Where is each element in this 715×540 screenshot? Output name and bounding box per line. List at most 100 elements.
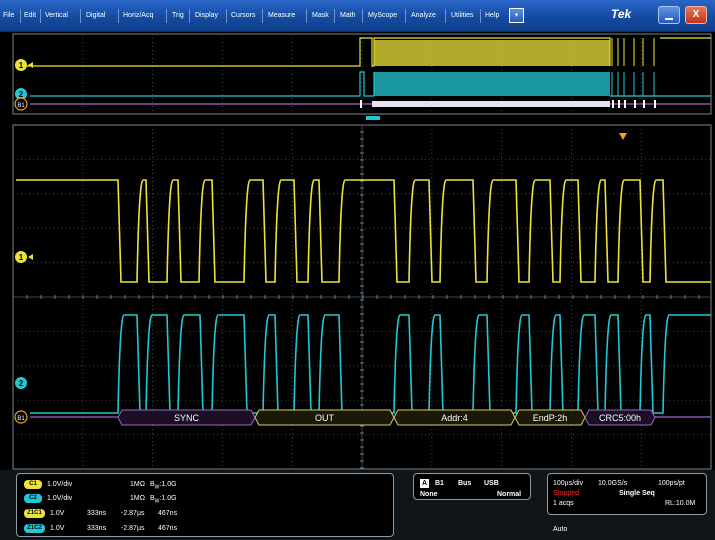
menu-vertical[interactable]: Vertical — [45, 10, 68, 22]
acquisition-count: 1 acqs — [553, 500, 574, 507]
bus-mode: Normal — [497, 491, 522, 498]
menu-display[interactable]: Display — [195, 10, 218, 22]
minimize-button[interactable] — [658, 6, 680, 24]
bus-label: Bus — [458, 480, 472, 487]
c2-coupling: 1MΩ — [130, 495, 145, 502]
menu-divider — [262, 9, 263, 23]
c1-scale: 1.0V/div — [47, 481, 73, 488]
menu-divider — [40, 9, 41, 23]
ch2-overview-trace — [30, 71, 375, 97]
z1c1-badge[interactable]: Z1C1 — [24, 509, 45, 518]
minimize-icon — [665, 18, 673, 20]
bus-marker-overview[interactable]: B1 — [14, 97, 28, 111]
z1c2-offset: -2.87µs — [121, 525, 145, 532]
ch2-marker-main[interactable]: 2 — [15, 377, 27, 389]
bus-readout-panel[interactable]: A B1 Bus USB None Normal — [413, 473, 531, 500]
menu-divider — [362, 9, 363, 23]
bus-marker-label: B1 — [17, 103, 25, 109]
menu-bar: File Edit Vertical Digital Horiz/Acq Tri… — [0, 0, 715, 32]
menu-measure[interactable]: Measure — [268, 10, 295, 22]
trigger-mode[interactable]: Auto — [553, 525, 567, 534]
acquisition-readout-panel[interactable]: 100µs/div 10.0GS/s 100ps/pt Stopped Sing… — [547, 473, 707, 515]
z1c2-badge[interactable]: Z1C2 — [24, 524, 45, 533]
close-icon: X — [692, 9, 700, 20]
readout-area: C1 1.0V/div 1MΩ BW:1.0G C2 1.0V/div 1MΩ … — [0, 470, 715, 540]
bus-marker-label: B1 — [17, 416, 25, 422]
menu-divider — [405, 9, 406, 23]
c1-bandwidth: BW:1.0G — [150, 481, 177, 491]
bus-overview-packets — [372, 101, 610, 107]
bus-overview-packet — [634, 100, 636, 108]
menu-cursors[interactable]: Cursors — [231, 10, 256, 22]
menu-help[interactable]: Help — [485, 10, 499, 22]
bus-protocol: USB — [484, 480, 499, 487]
menu-myscope[interactable]: MyScope — [368, 10, 397, 22]
menu-divider — [226, 9, 227, 23]
bus-overview-packet — [624, 100, 626, 108]
bus-decode-label: CRC5:00h — [599, 413, 641, 423]
zoom-window-indicator[interactable] — [366, 116, 380, 120]
ch2-overview-burst — [374, 72, 610, 96]
menu-divider — [20, 9, 21, 23]
menu-digital[interactable]: Digital — [86, 10, 105, 22]
menu-analyze[interactable]: Analyze — [411, 10, 436, 22]
menu-edit[interactable]: Edit — [24, 10, 36, 22]
c1-badge[interactable]: C1 — [24, 480, 42, 489]
menu-dropdown-button[interactable]: ▾ — [509, 8, 524, 23]
ch1-overview-burst — [374, 40, 610, 66]
sample-rate: 10.0GS/s — [598, 480, 628, 487]
bus-id: B1 — [435, 480, 444, 487]
menu-utilities[interactable]: Utilities — [451, 10, 474, 22]
ch1-marker-main[interactable]: 1 — [15, 251, 33, 263]
waveform-canvas: SYNC OUT Addr:4 EndP:2h CRC5:00h 1 2 B1 1 — [12, 33, 712, 470]
channel-readout-panel[interactable]: C1 1.0V/div 1MΩ BW:1.0G C2 1.0V/div 1MΩ … — [16, 473, 394, 537]
menu-divider — [445, 9, 446, 23]
waveform-traces — [16, 37, 711, 414]
bus-overview-packet — [618, 100, 620, 108]
menu-trig[interactable]: Trig — [172, 10, 184, 22]
menu-divider — [166, 9, 167, 23]
bus-decode-label: SYNC — [174, 413, 200, 423]
c1-coupling: 1MΩ — [130, 481, 145, 488]
menu-divider — [480, 9, 481, 23]
ch2-trace — [30, 314, 711, 414]
waveform-display[interactable]: SYNC OUT Addr:4 EndP:2h CRC5:00h 1 2 B1 1 — [0, 32, 715, 470]
c2-bandwidth: BW:1.0G — [150, 495, 177, 505]
acquisition-mode: Single Seq — [619, 490, 655, 497]
menu-divider — [189, 9, 190, 23]
menu-divider — [334, 9, 335, 23]
c2-badge[interactable]: C2 — [24, 494, 42, 503]
menu-file[interactable]: File — [3, 10, 14, 22]
acquisition-state: Stopped — [553, 490, 580, 497]
ch2-marker-label: 2 — [19, 379, 24, 388]
bus-decode-label: OUT — [315, 413, 335, 423]
bus-overview-packet — [612, 100, 614, 108]
brand-logo: Tek — [611, 7, 632, 21]
menu-horiz-acq[interactable]: Horiz/Acq — [123, 10, 153, 22]
chevron-down-icon: ▾ — [514, 12, 519, 19]
bus-overview-packet — [654, 100, 656, 108]
z1c1-offset: -2.87µs — [121, 510, 145, 517]
z1c2-width: 467ns — [158, 525, 178, 532]
ch1-marker-label: 1 — [19, 253, 24, 262]
ch1-marker-label: 1 — [19, 61, 24, 70]
bus-decode-label: Addr:4 — [441, 413, 468, 423]
close-button[interactable]: X — [685, 6, 707, 24]
bus-marker-main[interactable]: B1 — [14, 410, 28, 424]
trigger-position-icon[interactable] — [619, 133, 627, 140]
z1c1-scale: 1.0V — [50, 510, 65, 517]
menu-divider — [118, 9, 119, 23]
bus-overview-packet — [643, 100, 645, 108]
record-length: RL:10.0M — [665, 500, 696, 507]
z1c2-position: 333ns — [87, 525, 107, 532]
bus-decode-row: SYNC OUT Addr:4 EndP:2h CRC5:00h — [30, 409, 711, 426]
z1c2-scale: 1.0V — [50, 525, 65, 532]
menu-math[interactable]: Math — [340, 10, 356, 22]
bus-a-badge: A — [420, 479, 429, 488]
bus-decode-label: EndP:2h — [533, 413, 568, 423]
bus-overview-packet — [360, 100, 362, 108]
menu-mask[interactable]: Mask — [312, 10, 329, 22]
ch1-marker-overview[interactable]: 1 — [15, 59, 33, 71]
c2-scale: 1.0V/div — [47, 495, 73, 502]
z1c1-width: 467ns — [158, 510, 178, 517]
